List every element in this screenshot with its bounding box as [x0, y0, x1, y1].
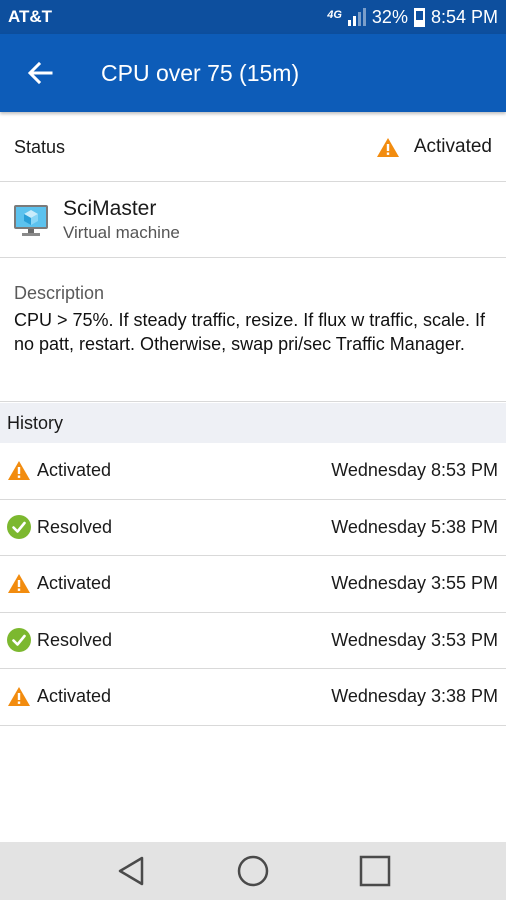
history-state: Resolved: [7, 628, 331, 653]
history-time: Wednesday 3:38 PM: [331, 686, 498, 707]
history-state-label: Activated: [37, 460, 112, 481]
triangle-back-icon: [118, 856, 144, 886]
status-indicators: 4G 32% 8:54 PM: [327, 7, 498, 28]
history-row[interactable]: Activated Wednesday 3:38 PM: [0, 669, 506, 726]
description-section: Description CPU > 75%. If steady traffic…: [0, 259, 506, 402]
history-state: Activated: [7, 460, 331, 481]
status-row: Status Activated: [0, 113, 506, 182]
description-text: CPU > 75%. If steady traffic, resize. If…: [14, 310, 486, 354]
carrier-name: AT&T: [8, 7, 53, 26]
battery-percent: 32%: [371, 6, 408, 27]
status-label: Status: [14, 136, 66, 157]
description-label: Description: [14, 283, 105, 303]
network-type: 4G: [327, 9, 342, 21]
check-icon: [7, 515, 31, 540]
history-row[interactable]: Resolved Wednesday 3:53 PM: [0, 613, 506, 669]
nav-home-button[interactable]: [228, 846, 278, 896]
battery-icon: [413, 7, 425, 27]
system-status-bar: AT&T 4G 32% 8:54 PM: [0, 0, 506, 34]
history-time: Wednesday 8:53 PM: [331, 460, 498, 481]
clock: 8:54 PM: [430, 6, 498, 27]
history-time: Wednesday 3:55 PM: [331, 573, 498, 594]
resource-name: SciMaster: [63, 197, 157, 220]
history-state-label: Resolved: [37, 629, 113, 650]
history-list: Activated Wednesday 8:53 PM Resolved Wednes…: [0, 443, 506, 726]
history-time: Wednesday 3:53 PM: [331, 629, 498, 650]
nav-recents-button[interactable]: [350, 846, 400, 896]
nav-back-button[interactable]: [106, 846, 156, 896]
history-header: History: [0, 403, 506, 443]
history-row[interactable]: Activated Wednesday 8:53 PM: [0, 443, 506, 500]
square-recents-icon: [359, 855, 391, 887]
warning-icon: [8, 574, 30, 594]
status-value-group: Activated: [376, 136, 492, 158]
page-title: CPU over 75 (15m): [101, 59, 300, 86]
resource-text: SciMaster Virtual machine: [63, 197, 180, 243]
history-row[interactable]: Resolved Wednesday 5:38 PM: [0, 500, 506, 556]
history-state: Activated: [7, 686, 331, 707]
resource-type: Virtual machine: [63, 223, 180, 242]
check-icon: [7, 628, 31, 653]
history-state-label: Resolved: [37, 516, 113, 537]
resource-row[interactable]: SciMaster Virtual machine: [0, 183, 506, 258]
history-time: Wednesday 5:38 PM: [331, 516, 498, 537]
status-value: Activated: [413, 136, 492, 157]
circle-home-icon: [237, 855, 269, 887]
virtual-machine-icon: [14, 205, 48, 236]
back-button[interactable]: [0, 34, 80, 112]
app-bar: CPU over 75 (15m): [0, 34, 506, 112]
system-nav-bar: [0, 842, 506, 900]
warning-icon: [8, 687, 30, 707]
history-state-label: Activated: [37, 573, 112, 594]
signal-icon: [347, 8, 366, 26]
history-state: Activated: [7, 573, 331, 594]
warning-icon: [376, 137, 399, 157]
history-state: Resolved: [7, 515, 331, 540]
warning-icon: [8, 461, 30, 481]
history-row[interactable]: Activated Wednesday 3:55 PM: [0, 556, 506, 613]
history-state-label: Activated: [37, 686, 112, 707]
arrow-left-icon: [27, 61, 53, 85]
